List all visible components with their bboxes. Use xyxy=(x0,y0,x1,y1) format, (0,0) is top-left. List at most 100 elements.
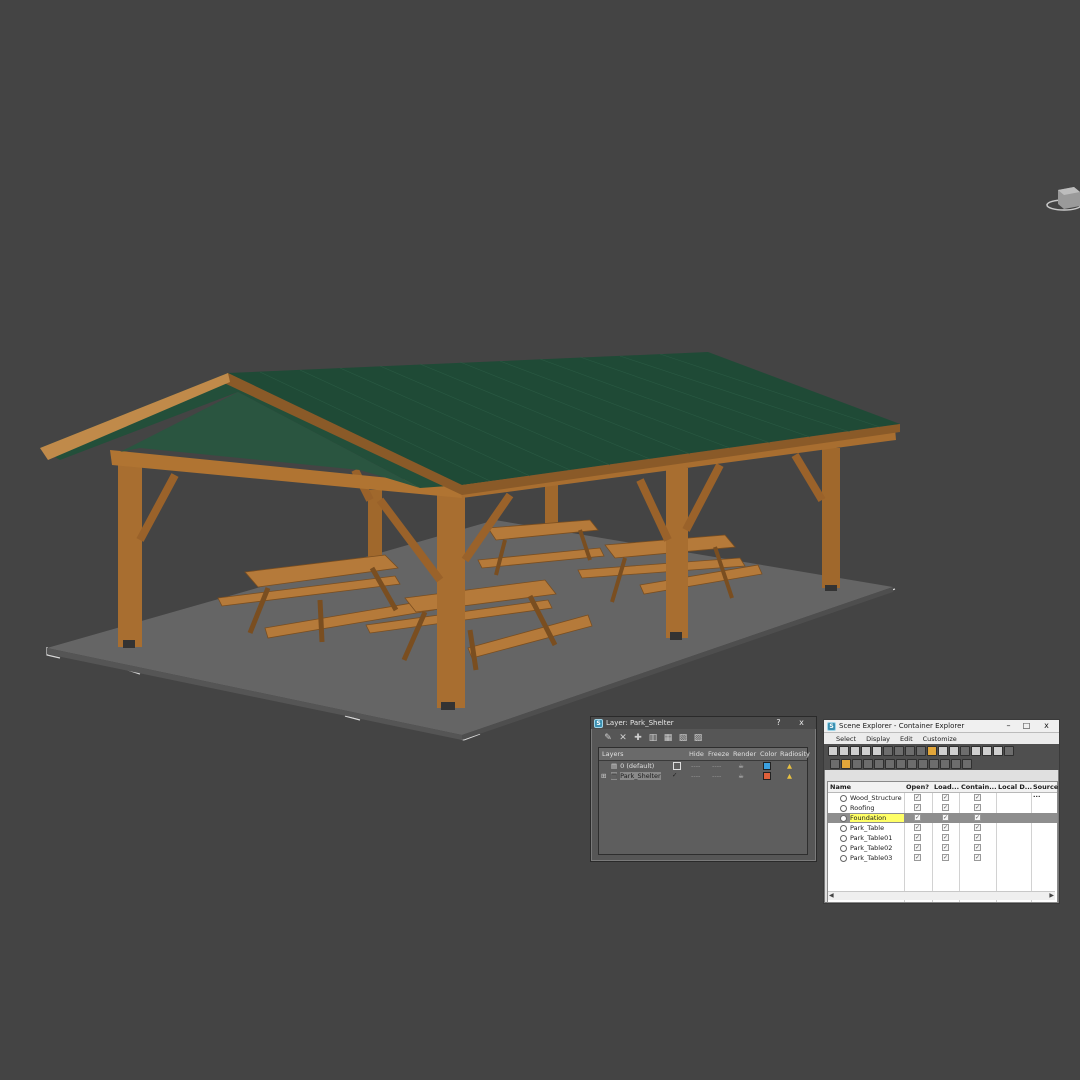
display-helpers-icon[interactable] xyxy=(872,746,882,756)
menu-select[interactable]: Select xyxy=(836,735,856,743)
col-radiosity[interactable]: Radiosity xyxy=(780,750,810,758)
display-xrefs-icon[interactable] xyxy=(905,746,915,756)
highlight-layer-icon[interactable]: ▦ xyxy=(663,733,673,743)
contain-checkbox[interactable]: ✓ xyxy=(974,804,981,811)
container-load-icon[interactable] xyxy=(874,759,884,769)
sync-selection-icon[interactable] xyxy=(993,746,1003,756)
freeze-toggle[interactable]: ---- xyxy=(712,762,721,770)
display-invert-icon[interactable] xyxy=(982,746,992,756)
radiosity-icon[interactable]: ▲ xyxy=(787,762,792,770)
layer-dialog-titlebar[interactable]: S Layer: Park_Shelter ? x xyxy=(591,717,816,729)
layer-color-swatch[interactable] xyxy=(763,762,771,770)
scene-row[interactable]: Wood_Structure ✓ ✓ ✓ xyxy=(828,793,1057,803)
hide-toggle[interactable]: ---- xyxy=(691,762,700,770)
open-checkbox[interactable]: ✓ xyxy=(914,794,921,801)
load-checkbox[interactable]: ✓ xyxy=(942,814,949,821)
scene-row[interactable]: Park_Table01 ✓ ✓ ✓ xyxy=(828,833,1057,843)
container-close-icon[interactable] xyxy=(863,759,873,769)
close-button[interactable]: x xyxy=(1040,721,1053,731)
open-checkbox[interactable]: ✓ xyxy=(914,804,921,811)
load-checkbox[interactable]: ✓ xyxy=(942,794,949,801)
maximize-button[interactable]: □ xyxy=(1020,721,1033,731)
container-inherit-icon[interactable] xyxy=(841,759,851,769)
scroll-right-icon[interactable]: ▶ xyxy=(1049,892,1054,899)
load-checkbox[interactable]: ✓ xyxy=(942,824,949,831)
render-teapot-icon[interactable]: ☕ xyxy=(738,772,744,780)
container-add-icon[interactable] xyxy=(962,759,972,769)
col-render[interactable]: Render xyxy=(733,750,756,758)
viewport-3d[interactable] xyxy=(0,0,1080,1080)
filter-icon[interactable] xyxy=(1004,746,1014,756)
contain-checkbox[interactable]: ✓ xyxy=(974,834,981,841)
delete-layer-icon[interactable]: ✕ xyxy=(618,733,628,743)
container-unlock-icon[interactable] xyxy=(951,759,961,769)
display-cameras-icon[interactable] xyxy=(861,746,871,756)
display-bones-icon[interactable] xyxy=(916,746,926,756)
scene-row[interactable]: Park_Table ✓ ✓ ✓ xyxy=(828,823,1057,833)
col-load[interactable]: Load... xyxy=(934,783,959,791)
display-shapes-icon[interactable] xyxy=(839,746,849,756)
open-checkbox[interactable]: ✓ xyxy=(914,824,921,831)
display-all-icon[interactable] xyxy=(960,746,970,756)
container-edit-icon[interactable] xyxy=(940,759,950,769)
col-hide[interactable]: Hide xyxy=(689,750,704,758)
container-update-icon[interactable] xyxy=(907,759,917,769)
col-color[interactable]: Color xyxy=(760,750,777,758)
contain-checkbox[interactable]: ✓ xyxy=(974,824,981,831)
contain-checkbox[interactable]: ✓ xyxy=(974,854,981,861)
contain-checkbox[interactable]: ✓ xyxy=(974,844,981,851)
help-button[interactable]: ? xyxy=(772,718,785,728)
container-unload-icon[interactable] xyxy=(885,759,895,769)
add-to-layer-icon[interactable]: ✚ xyxy=(633,733,643,743)
col-local-definition[interactable]: Local D... xyxy=(998,783,1032,791)
freeze-toggle[interactable]: ---- xyxy=(712,772,721,780)
container-create-icon[interactable] xyxy=(830,759,840,769)
container-reload-icon[interactable] xyxy=(918,759,928,769)
active-layer-check-icon[interactable]: ✓ xyxy=(672,771,677,779)
open-checkbox[interactable]: ✓ xyxy=(914,834,921,841)
scene-row[interactable]: Park_Table03 ✓ ✓ ✓ xyxy=(828,853,1057,863)
minimize-button[interactable]: – xyxy=(1002,721,1015,731)
col-name[interactable]: Name xyxy=(830,783,851,791)
col-open[interactable]: Open? xyxy=(906,783,929,791)
menu-customize[interactable]: Customize xyxy=(923,735,957,743)
render-teapot-icon[interactable]: ☕ xyxy=(738,762,744,770)
layer-row[interactable]: ▤ 0 (default) ---- ---- ☕ ▲ xyxy=(599,761,807,771)
display-containers-icon[interactable] xyxy=(927,746,937,756)
display-frozen-icon[interactable] xyxy=(938,746,948,756)
contain-checkbox[interactable]: ✓ xyxy=(974,814,981,821)
open-checkbox[interactable]: ✓ xyxy=(914,844,921,851)
freeze-all-icon[interactable]: ▨ xyxy=(693,733,703,743)
display-groups-icon[interactable] xyxy=(894,746,904,756)
scene-row[interactable]: Park_Table02 ✓ ✓ ✓ xyxy=(828,843,1057,853)
container-save-icon[interactable] xyxy=(896,759,906,769)
col-contain[interactable]: Contain... xyxy=(961,783,997,791)
load-checkbox[interactable]: ✓ xyxy=(942,834,949,841)
active-layer-checkbox[interactable] xyxy=(673,762,681,770)
hide-toggle[interactable]: ---- xyxy=(691,772,700,780)
col-freeze[interactable]: Freeze xyxy=(708,750,729,758)
load-checkbox[interactable]: ✓ xyxy=(942,804,949,811)
expand-icon[interactable]: ⊞ xyxy=(601,772,606,780)
scene-row[interactable]: Roofing ✓ ✓ ✓ xyxy=(828,803,1057,813)
open-checkbox[interactable]: ✓ xyxy=(914,814,921,821)
col-layers[interactable]: Layers xyxy=(602,750,624,758)
display-none-icon[interactable] xyxy=(971,746,981,756)
radiosity-icon[interactable]: ▲ xyxy=(787,772,792,780)
scene-explorer-titlebar[interactable]: S Scene Explorer - Container Explorer – … xyxy=(824,720,1059,733)
new-layer-icon[interactable]: ✎ xyxy=(603,733,613,743)
display-lights-icon[interactable] xyxy=(850,746,860,756)
layer-color-swatch[interactable] xyxy=(763,772,771,780)
layer-row[interactable]: ⊞ ▤ Park_Shelter ✓ ---- ---- ☕ ▲ xyxy=(599,771,807,781)
menu-display[interactable]: Display xyxy=(866,735,890,743)
open-checkbox[interactable]: ✓ xyxy=(914,854,921,861)
display-hidden-icon[interactable] xyxy=(949,746,959,756)
display-spacewarps-icon[interactable] xyxy=(883,746,893,756)
load-checkbox[interactable]: ✓ xyxy=(942,844,949,851)
viewcube-gizmo-icon[interactable] xyxy=(1046,187,1080,211)
horizontal-scrollbar[interactable]: ◀ ▶ xyxy=(828,891,1055,900)
close-button[interactable]: x xyxy=(795,718,808,728)
scroll-left-icon[interactable]: ◀ xyxy=(829,892,834,899)
load-checkbox[interactable]: ✓ xyxy=(942,854,949,861)
display-geometry-icon[interactable] xyxy=(828,746,838,756)
